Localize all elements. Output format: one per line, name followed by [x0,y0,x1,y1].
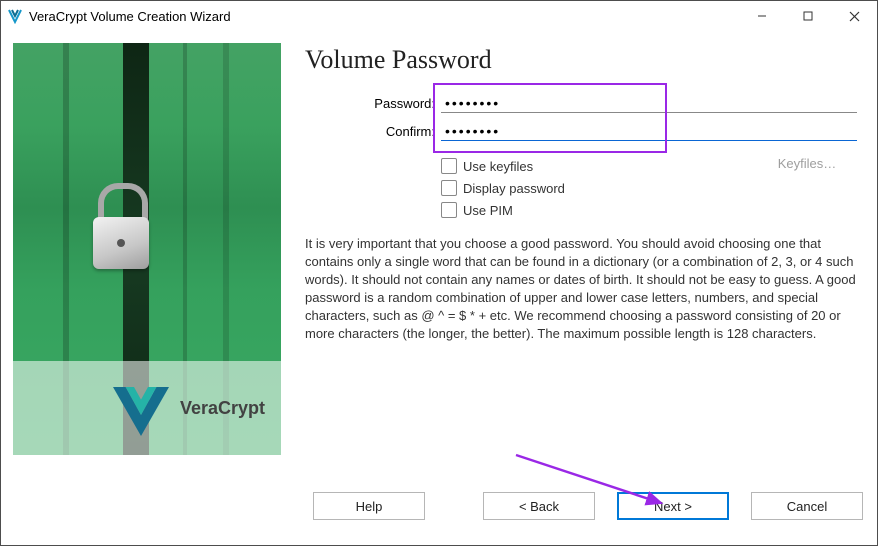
confirm-input[interactable] [441,121,857,141]
veracrypt-logo-text: VeraCrypt [180,398,265,419]
wizard-body: VeraCrypt Volume Password Password: Conf… [1,31,877,545]
main-area: VeraCrypt Volume Password Password: Conf… [1,31,877,485]
next-button[interactable]: Next > [617,492,729,520]
veracrypt-logo-icon [106,373,176,443]
keyfiles-button: Keyfiles… [757,151,857,175]
maximize-button[interactable] [785,1,831,31]
back-button[interactable]: < Back [483,492,595,520]
display-password-checkbox[interactable]: Display password [441,177,857,199]
confirm-label: Confirm: [305,124,441,139]
help-button[interactable]: Help [313,492,425,520]
password-row: Password: [305,89,857,117]
window-controls [739,1,877,31]
window-title: VeraCrypt Volume Creation Wizard [29,9,231,24]
password-label: Password: [305,96,441,111]
veracrypt-app-icon [7,8,23,24]
cancel-button[interactable]: Cancel [751,492,863,520]
titlebar: VeraCrypt Volume Creation Wizard [1,1,877,31]
minimize-button[interactable] [739,1,785,31]
wizard-sidebar-image: VeraCrypt [13,43,281,455]
password-guidance-text: It is very important that you choose a g… [305,235,857,343]
wizard-window: VeraCrypt Volume Creation Wizard [0,0,878,546]
confirm-row: Confirm: [305,117,857,145]
password-form: Password: Confirm: Use keyfiles [305,89,857,221]
checkbox-icon [441,180,457,196]
page-title: Volume Password [305,45,857,75]
use-pim-checkbox[interactable]: Use PIM [441,199,857,221]
use-pim-label: Use PIM [463,203,513,218]
wizard-content: Volume Password Password: Confirm: [281,43,865,485]
wizard-footer: Help < Back Next > Cancel [1,485,877,545]
close-button[interactable] [831,1,877,31]
password-input[interactable] [441,93,857,113]
checkbox-icon [441,158,457,174]
padlock-icon [93,183,153,269]
veracrypt-logo-area: VeraCrypt [13,361,281,455]
display-password-label: Display password [463,181,565,196]
use-keyfiles-label: Use keyfiles [463,159,533,174]
checkbox-icon [441,202,457,218]
